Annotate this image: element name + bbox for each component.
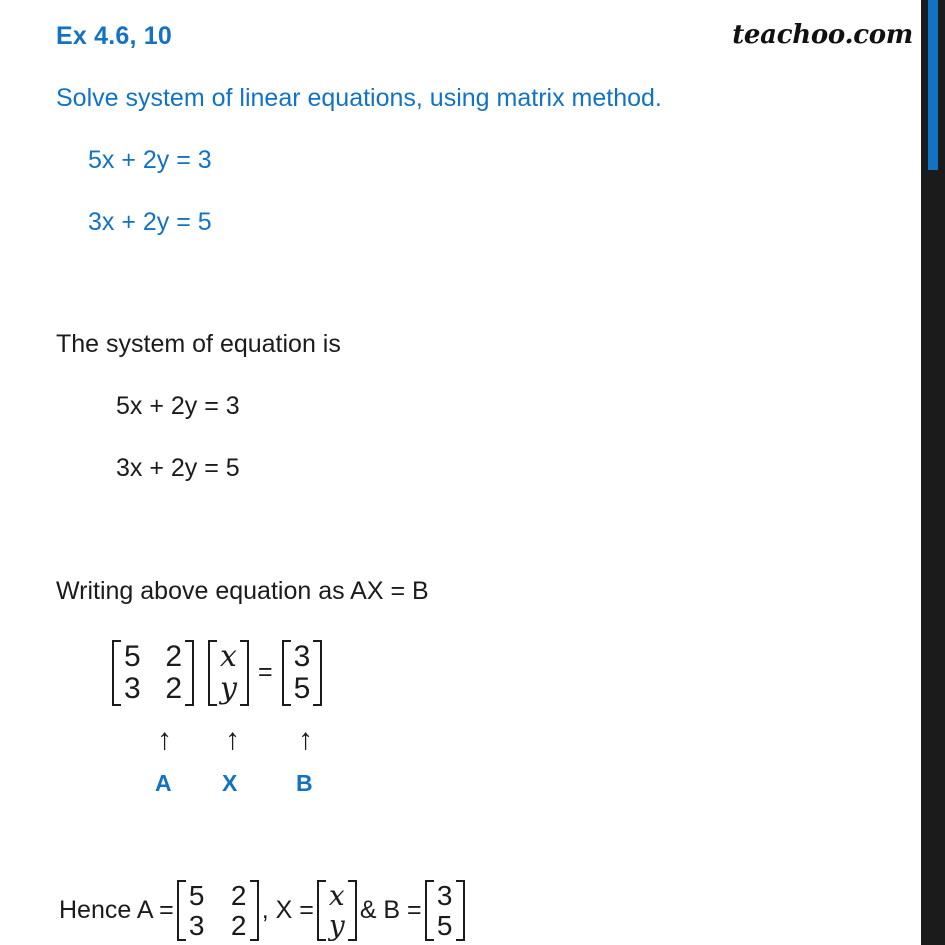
hence-matrix-x: x y: [316, 880, 357, 942]
matrix-b-cell-11: 3: [293, 640, 311, 673]
system-equation-2: 3x + 2y = 5: [116, 454, 240, 482]
matrix-a-cell-11: 5: [124, 640, 141, 673]
label-b: B: [296, 770, 313, 796]
matrix-a-cell-12: 2: [165, 640, 182, 673]
hence-matrix-x-cell-11: x: [328, 879, 345, 912]
annotation-labels: A X B: [112, 770, 412, 802]
question-equation-1: 5x + 2y = 3: [88, 146, 212, 174]
matrix-x-row-1: x: [220, 641, 237, 673]
equals-sign: =: [257, 658, 273, 687]
system-equation-1: 5x + 2y = 3: [116, 392, 240, 420]
matrix-b: 3 5: [281, 640, 323, 706]
matrix-b-row-2: 5: [293, 671, 311, 705]
hence-matrix-a-cell-12: 2: [230, 880, 247, 911]
hence-matrix-a: 5 2 3 2: [176, 880, 259, 942]
matrix-x-cell-11: x: [220, 639, 237, 674]
matrix-equation: 5 2 3 2 x y = 3 5: [112, 640, 323, 706]
matrix-a-row-2: 3 2: [124, 671, 182, 705]
matrix-x: x y: [208, 640, 249, 706]
hence-matrix-x-row-1: x: [329, 881, 345, 911]
label-a: A: [155, 770, 172, 796]
hence-matrix-a-cell-21: 3: [188, 909, 205, 941]
hence-matrix-b-cell-11: 3: [436, 880, 453, 911]
matrix-a: 5 2 3 2: [112, 640, 194, 706]
bracket-right-icon: [185, 640, 194, 706]
document-content: Ex 4.6, 10 teachoo.com Solve system of l…: [0, 0, 921, 945]
matrix-x-cell-21: y: [220, 670, 237, 706]
hence-matrix-b: 3 5: [424, 880, 465, 942]
bracket-right-icon: [313, 640, 323, 706]
question-text: Solve system of linear equations, using …: [56, 84, 662, 112]
bracket-left-icon: [176, 880, 186, 942]
label-x: X: [222, 770, 238, 796]
bracket-left-icon: [112, 640, 121, 706]
bracket-right-icon: [347, 880, 357, 942]
system-heading: The system of equation is: [56, 330, 341, 358]
matrix-a-row-1: 5 2: [124, 641, 182, 673]
brand-logo: teachoo.com: [732, 20, 913, 50]
hence-matrix-a-cell-22: 2: [230, 909, 247, 941]
up-arrow-icon-x: ↑: [225, 723, 240, 756]
bracket-left-icon: [424, 880, 434, 942]
hence-matrix-a-row-2: 3 2: [188, 909, 247, 941]
hence-prefix: Hence A =: [59, 896, 174, 925]
hence-matrix-b-cell-21: 5: [436, 909, 453, 941]
bracket-right-icon: [455, 880, 465, 942]
up-arrow-icon-a: ↑: [157, 723, 172, 756]
hence-line: Hence A = 5 2 3 2 , X = x y & B = 3 5: [56, 880, 465, 942]
hence-amp-b: & B =: [359, 896, 422, 925]
hence-matrix-x-row-2: y: [328, 908, 345, 942]
bracket-left-icon: [208, 640, 217, 706]
up-arrow-icon-b: ↑: [298, 723, 313, 756]
hence-comma-x: , X =: [261, 896, 314, 925]
hence-matrix-x-cell-21: y: [328, 908, 345, 942]
right-sidebar-blue-accent: [928, 0, 938, 170]
hence-matrix-b-row-2: 5: [436, 909, 453, 941]
page-title: Ex 4.6, 10: [56, 22, 172, 50]
hence-matrix-a-row-1: 5 2: [189, 881, 247, 911]
hence-matrix-a-cell-11: 5: [188, 880, 205, 911]
bracket-left-icon: [316, 880, 326, 942]
writing-heading: Writing above equation as AX = B: [56, 577, 429, 605]
bracket-right-icon: [239, 640, 249, 706]
matrix-a-cell-21: 3: [124, 671, 141, 705]
matrix-x-row-2: y: [220, 670, 237, 706]
annotation-arrows: ↑ ↑ ↑: [112, 725, 412, 765]
question-equation-2: 3x + 2y = 5: [88, 208, 212, 236]
bracket-right-icon: [249, 880, 259, 942]
matrix-b-row-1: 3: [294, 641, 311, 673]
hence-matrix-b-row-1: 3: [437, 881, 453, 911]
matrix-a-cell-22: 2: [165, 671, 182, 705]
bracket-left-icon: [281, 640, 291, 706]
matrix-b-cell-21: 5: [293, 671, 311, 705]
document-page: Ex 4.6, 10 teachoo.com Solve system of l…: [0, 0, 945, 945]
